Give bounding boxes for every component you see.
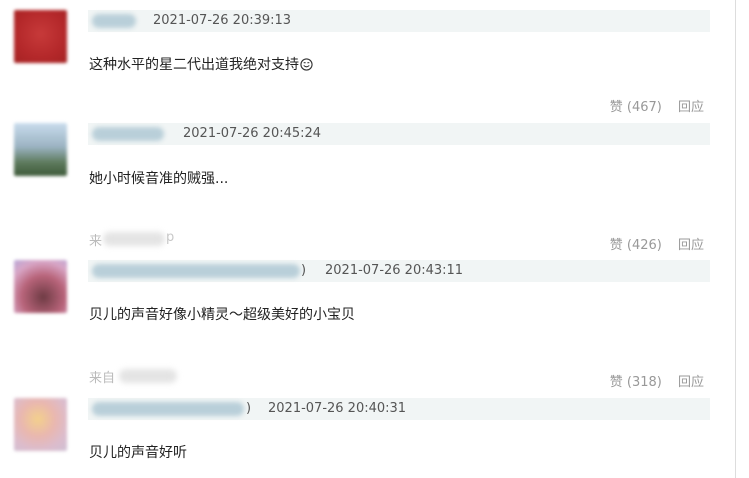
comment-timestamp: 2021-07-26 20:43:11 <box>325 263 464 278</box>
comment-header: 2021-07-26 20:45:24 <box>88 123 710 145</box>
comment-item: ) 2021-07-26 20:43:11 贝儿的声音好像小精灵～超级美好的小宝… <box>0 260 735 398</box>
comment-item: ) 2021-07-26 20:40:31 贝儿的声音好听 <box>0 398 735 478</box>
comment-text: 她小时候音准的贼强... <box>89 171 229 187</box>
avatar[interactable] <box>14 398 67 451</box>
comment-text: 贝儿的声音好听 <box>89 445 187 461</box>
comment-actions: 赞 (318) 回应 <box>610 371 704 390</box>
username-paren: ) <box>246 401 252 416</box>
comment-header: 2021-07-26 20:39:13 <box>88 10 710 32</box>
comment-actions: 赞 (467) 回应 <box>610 96 704 115</box>
like-button[interactable]: 赞 (318) <box>610 375 662 390</box>
avatar[interactable] <box>14 260 67 313</box>
reply-button[interactable]: 回应 <box>678 238 704 253</box>
comment-item: 2021-07-26 20:39:13 这种水平的星二代出道我绝对支持 赞 (4… <box>0 0 735 120</box>
username[interactable] <box>92 14 136 28</box>
avatar[interactable] <box>14 123 67 176</box>
reply-button[interactable]: 回应 <box>678 375 704 390</box>
reply-button[interactable]: 回应 <box>678 100 704 115</box>
comment-header: ) 2021-07-26 20:43:11 <box>88 260 710 282</box>
comment-header: ) 2021-07-26 20:40:31 <box>88 398 710 420</box>
source-device <box>119 369 177 383</box>
like-button[interactable]: 赞 (467) <box>610 100 662 115</box>
source-label: 来自 <box>89 371 116 386</box>
right-border <box>735 0 736 478</box>
comment-timestamp: 2021-07-26 20:39:13 <box>153 13 292 28</box>
comment-actions: 赞 (426) 回应 <box>610 234 704 253</box>
comment-text: 贝儿的声音好像小精灵～超级美好的小宝贝 <box>89 307 355 323</box>
comment-timestamp: 2021-07-26 20:45:24 <box>183 126 322 141</box>
username[interactable] <box>92 402 244 416</box>
source-device <box>103 232 165 246</box>
smiling-face-icon <box>300 58 313 71</box>
source-label: 来 <box>89 234 103 249</box>
comment-item: 2021-07-26 20:45:24 她小时候音准的贼强... 来 p 赞 (… <box>0 120 735 260</box>
comment-timestamp: 2021-07-26 20:40:31 <box>268 401 407 416</box>
username[interactable] <box>92 127 164 141</box>
avatar[interactable] <box>14 10 67 63</box>
like-button[interactable]: 赞 (426) <box>610 238 662 253</box>
username[interactable] <box>92 264 300 278</box>
username-paren: ) <box>301 263 307 278</box>
source-tail: p <box>166 230 175 245</box>
comment-text-content: 这种水平的星二代出道我绝对支持 <box>89 57 299 73</box>
comment-text: 这种水平的星二代出道我绝对支持 <box>89 54 313 74</box>
